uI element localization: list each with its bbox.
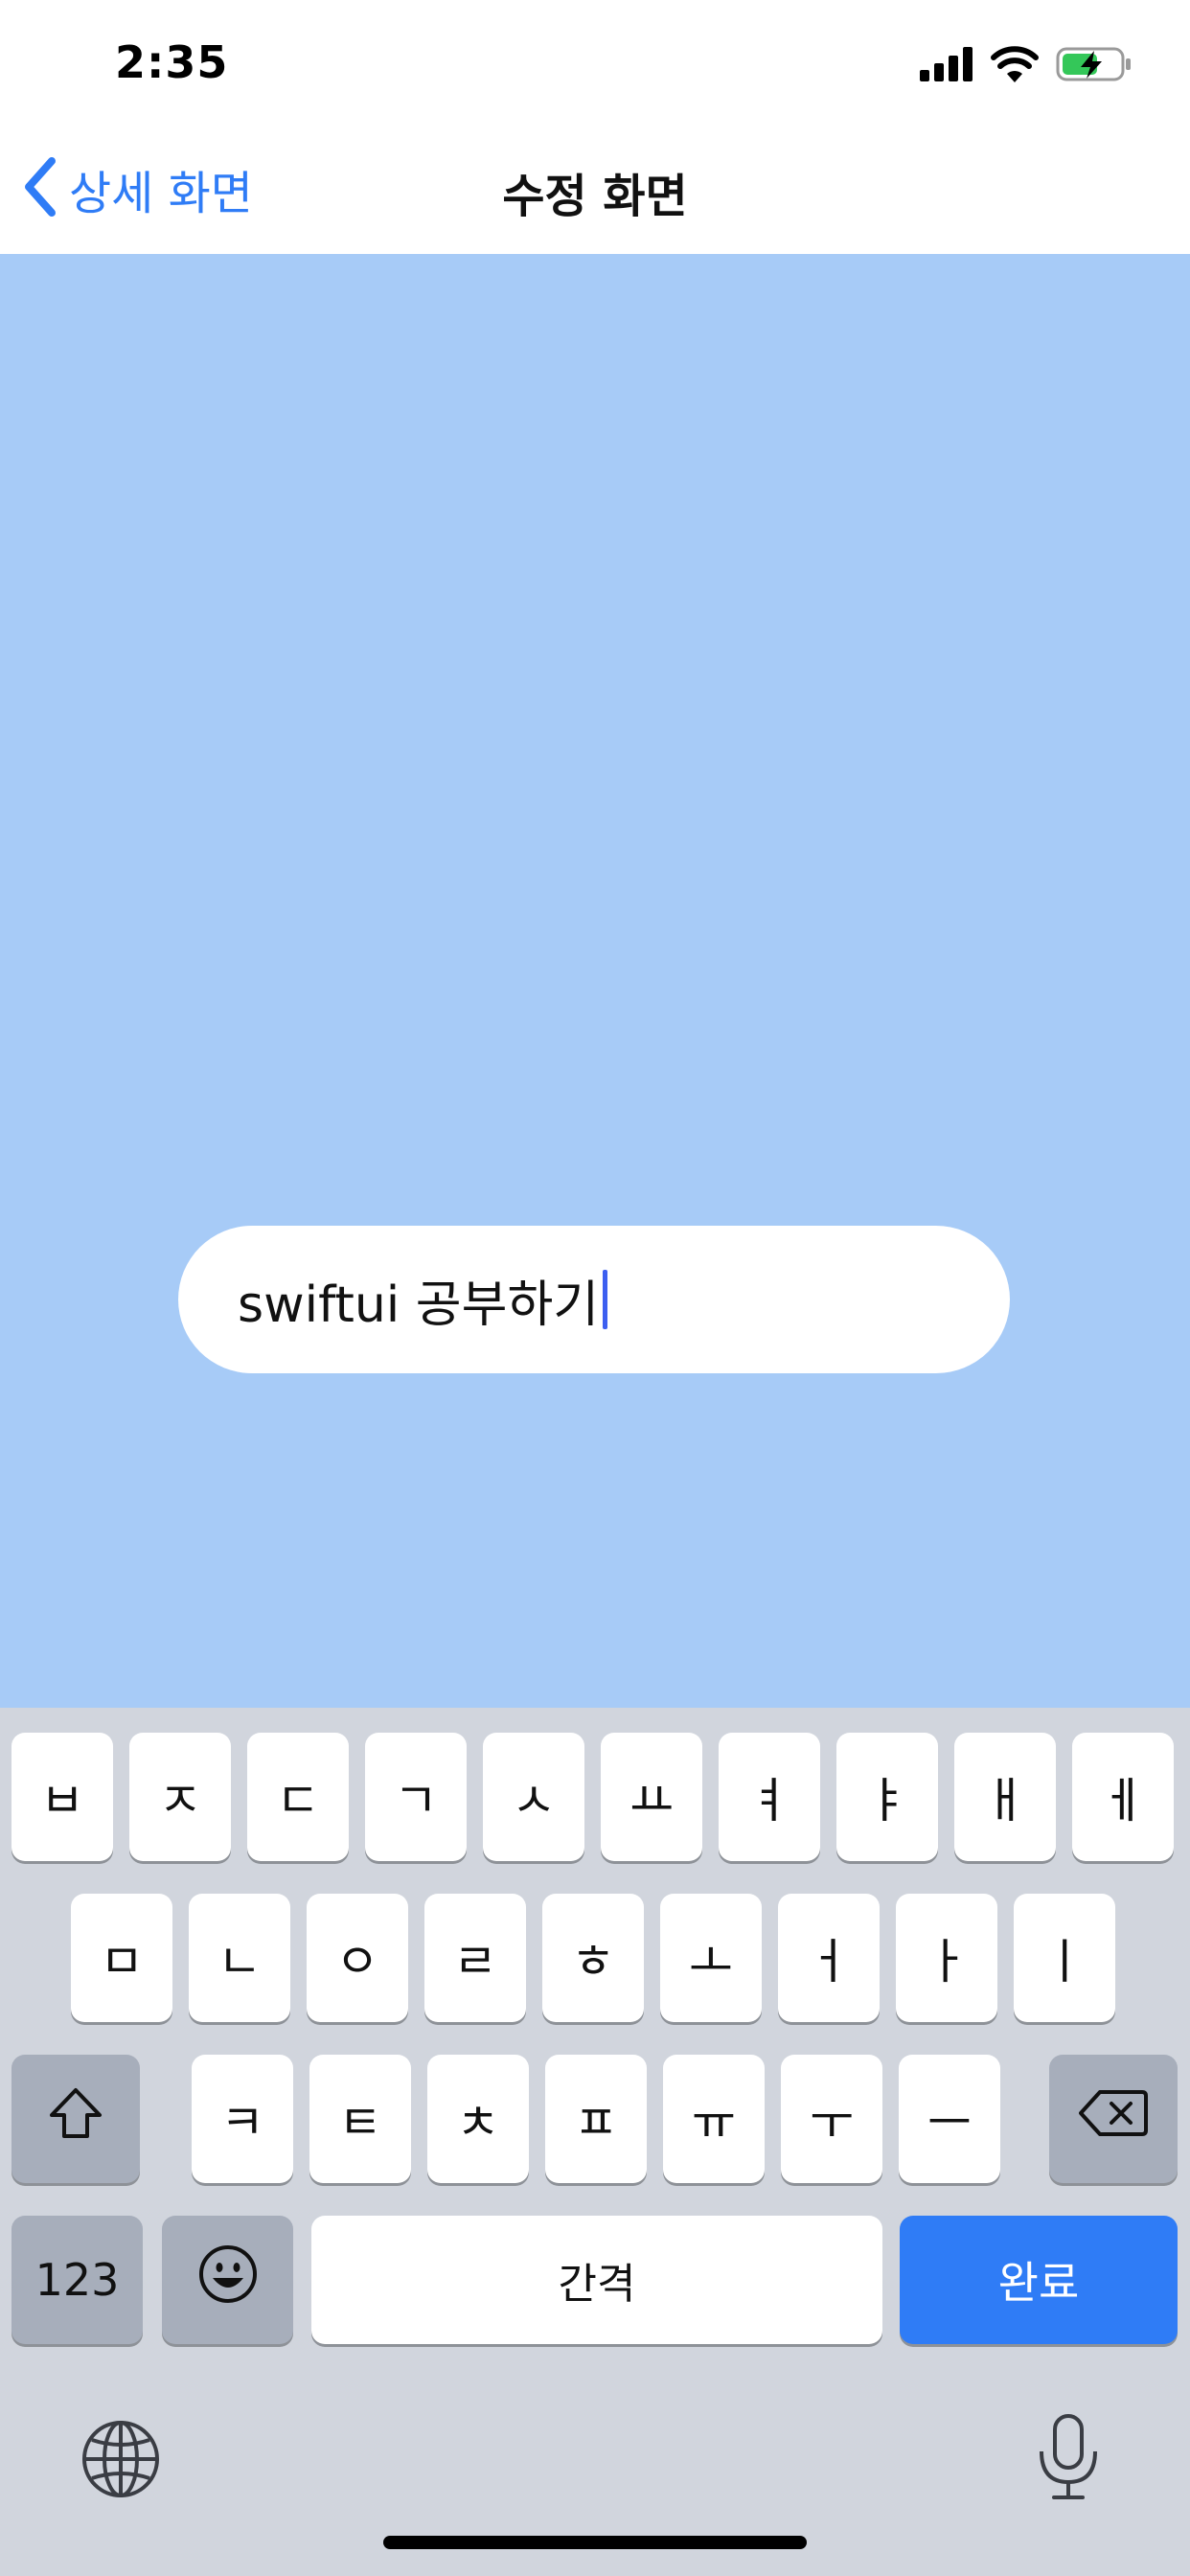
space-key[interactable]: 간격 [311,2216,882,2344]
key-chieut[interactable]: ㅊ [427,2055,529,2183]
text-field-value: swiftui 공부하기 [238,1276,600,1334]
battery-charging-icon [1056,45,1133,87]
cellular-signal-icon [920,47,973,85]
key-eu[interactable]: ㅡ [899,2055,1000,2183]
key-digeut[interactable]: ㄷ [247,1733,349,1861]
status-time: 2:35 [115,36,229,88]
key-ya[interactable]: ㅑ [836,1733,938,1861]
home-indicator[interactable] [383,2536,807,2549]
done-key[interactable]: 완료 [900,2216,1178,2344]
page-title: 수정 화면 [502,170,688,223]
wifi-icon [991,46,1039,86]
edit-text-field[interactable]: swiftui 공부하기 [178,1226,1010,1373]
key-e[interactable]: ㅔ [1072,1733,1174,1861]
key-i[interactable]: ㅣ [1014,1894,1115,2022]
microphone-icon [1035,2414,1102,2505]
key-o[interactable]: ㅗ [660,1894,762,2022]
text-cursor [603,1270,608,1329]
navigation-bar: 상세 화면 수정 화면 [0,129,1190,254]
key-jieut[interactable]: ㅈ [129,1733,231,1861]
key-siot[interactable]: ㅅ [483,1733,584,1861]
delete-icon [1079,2088,1148,2150]
key-nieun[interactable]: ㄴ [189,1894,290,2022]
microphone-button[interactable] [1035,2413,1102,2501]
key-a[interactable]: ㅏ [896,1894,997,2022]
key-giyeok[interactable]: ㄱ [365,1733,467,1861]
key-ae[interactable]: ㅐ [954,1733,1056,1861]
globe-button[interactable] [80,2419,161,2499]
key-mieum[interactable]: ㅁ [71,1894,172,2022]
key-ieung[interactable]: ㅇ [307,1894,408,2022]
shift-icon [46,2086,105,2151]
emoji-icon [197,2243,259,2316]
key-hieut[interactable]: ㅎ [542,1894,644,2022]
delete-key[interactable] [1049,2055,1178,2183]
key-yeo[interactable]: ㅕ [719,1733,820,1861]
numbers-key[interactable]: 123 [11,2216,143,2344]
key-tieut[interactable]: ㅌ [309,2055,411,2183]
key-bieup[interactable]: ㅂ [11,1733,113,1861]
key-rieul[interactable]: ㄹ [424,1894,526,2022]
key-eo[interactable]: ㅓ [778,1894,880,2022]
status-bar: 2:35 [0,0,1190,129]
key-pieup[interactable]: ㅍ [545,2055,647,2183]
shift-key[interactable] [11,2055,140,2183]
key-yo[interactable]: ㅛ [601,1733,702,1861]
key-yu[interactable]: ㅠ [663,2055,765,2183]
keyboard: ㅂ ㅈ ㄷ ㄱ ㅅ ㅛ ㅕ ㅑ ㅐ ㅔ ㅁ ㄴ ㅇ ㄹ ㅎ ㅗ ㅓ ㅏ ㅣ ㅋ … [0,1708,1190,2576]
key-u[interactable]: ㅜ [781,2055,882,2183]
globe-icon [80,2421,161,2503]
status-icons [920,42,1133,90]
emoji-key[interactable] [162,2216,293,2344]
key-kieuk[interactable]: ㅋ [192,2055,293,2183]
